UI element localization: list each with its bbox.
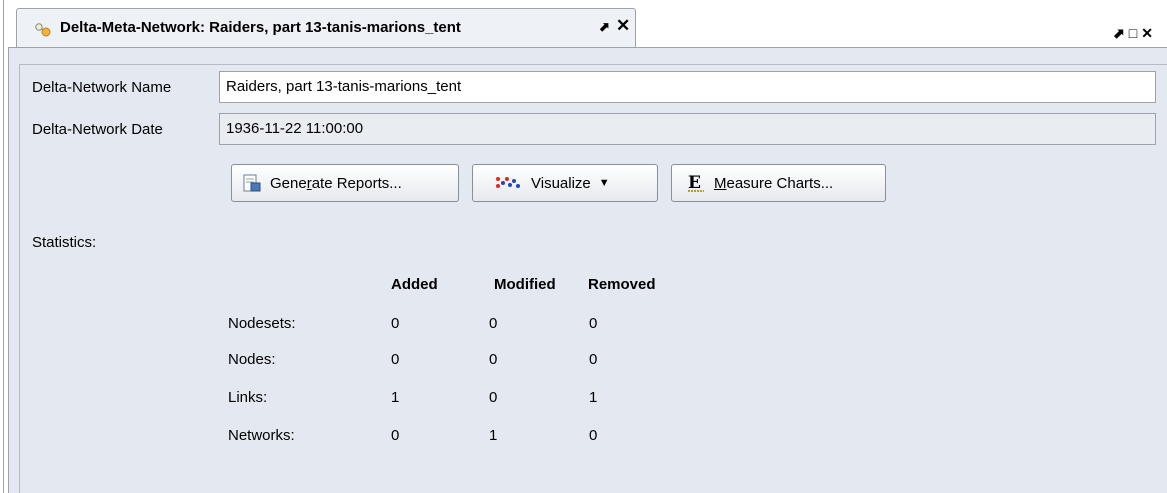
statistics-label: Statistics: — [32, 234, 97, 251]
tab-strip: Delta-Meta-Network: Raiders, part 13-tan… — [8, 0, 1167, 48]
outer-border — [3, 0, 4, 493]
row-label-nodesets: Nodesets: — [228, 315, 296, 332]
nodes-modified: 0 — [489, 351, 498, 368]
chevron-down-icon: ▼ — [598, 177, 610, 189]
tab-title: Delta-Meta-Network: Raiders, part 13-tan… — [60, 19, 461, 36]
nodes-removed: 0 — [589, 351, 598, 368]
nodes-added: 0 — [391, 351, 400, 368]
report-icon — [243, 174, 261, 192]
undock-icon[interactable]: ⬈ — [1113, 25, 1129, 41]
delta-network-name-label: Delta-Network Name — [32, 79, 172, 96]
nodesets-removed: 0 — [589, 315, 598, 332]
sigma-icon: E — [688, 173, 704, 193]
column-header-removed: Removed — [588, 276, 656, 293]
row-label-links: Links: — [228, 389, 268, 406]
network-nodes-icon — [35, 23, 51, 37]
tab-delta-meta-network[interactable]: Delta-Meta-Network: Raiders, part 13-tan… — [16, 8, 636, 48]
row-label-networks: Networks: — [228, 427, 295, 444]
visualize-dots-icon — [496, 177, 520, 188]
links-added: 1 — [391, 389, 400, 406]
measure-charts-button[interactable]: E Measure Charts... — [671, 164, 886, 202]
column-header-modified: Modified — [494, 276, 556, 293]
close-icon[interactable]: ✕ — [1141, 25, 1157, 41]
delta-network-date-field: 1936-11-22 11:00:00 — [219, 113, 1156, 145]
generate-reports-label: Generate Reports... — [270, 174, 402, 192]
networks-added: 0 — [391, 427, 400, 444]
generate-reports-button[interactable]: Generate Reports... — [231, 164, 459, 202]
maximize-icon[interactable]: □ — [1129, 25, 1141, 41]
networks-removed: 0 — [589, 427, 598, 444]
row-label-nodes: Nodes: — [228, 351, 276, 368]
tab-undock-icon[interactable]: ⬈ — [599, 19, 610, 35]
column-header-added: Added — [391, 276, 438, 293]
window-controls: ⬈□✕ — [1113, 25, 1157, 42]
delta-network-date-label: Delta-Network Date — [32, 121, 163, 138]
delta-network-name-field[interactable]: Raiders, part 13-tanis-marions_tent — [219, 71, 1156, 103]
measure-charts-label: Measure Charts... — [714, 174, 834, 192]
links-removed: 1 — [589, 389, 598, 406]
nodesets-modified: 0 — [489, 315, 498, 332]
links-modified: 0 — [489, 389, 498, 406]
networks-modified: 1 — [489, 427, 498, 444]
visualize-label: Visualize — [531, 174, 591, 192]
visualize-button[interactable]: Visualize ▼ — [472, 164, 658, 202]
nodesets-added: 0 — [391, 315, 400, 332]
tab-close-icon[interactable]: ✕ — [616, 16, 630, 36]
